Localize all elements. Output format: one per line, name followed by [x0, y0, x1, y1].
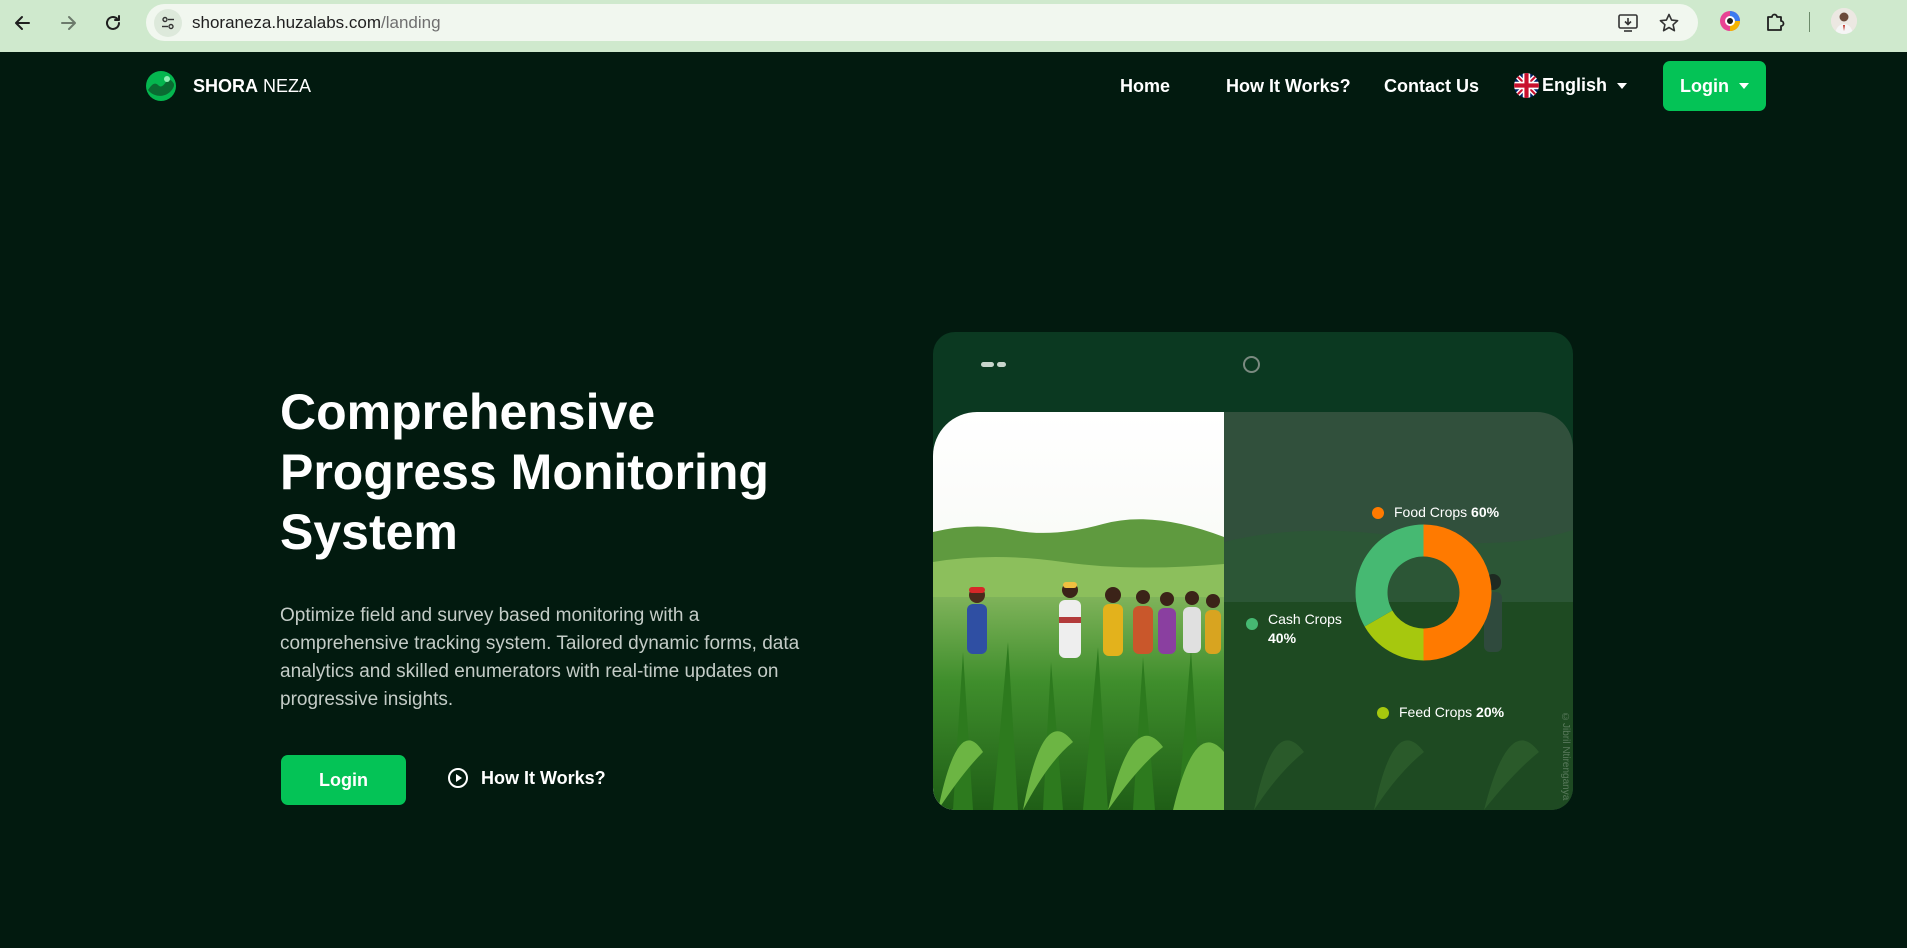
crop-donut-chart: [1355, 524, 1492, 661]
uk-flag-icon: [1514, 73, 1539, 98]
legend-cash-value: 40%: [1268, 630, 1297, 646]
nav-how-it-works[interactable]: How It Works?: [1226, 76, 1351, 97]
forward-icon[interactable]: [55, 10, 81, 36]
url-host: shoraneza.huzalabs.com: [192, 13, 382, 32]
donut-slice-food-crops: [1423, 524, 1492, 661]
hero-login-button[interactable]: Login: [281, 755, 406, 805]
legend-food-label: Food Crops: [1394, 504, 1468, 520]
device-screen: Food Crops 60% Cash Crops 40% Feed Crops …: [933, 412, 1573, 810]
brand-name-bold: SHORA: [193, 75, 259, 96]
nav-home[interactable]: Home: [1120, 76, 1170, 97]
legend-feed-label: Feed Crops: [1399, 704, 1473, 720]
legend-dot-food: [1372, 507, 1384, 519]
url-path: /landing: [381, 13, 441, 32]
address-bar[interactable]: shoraneza.huzalabs.com/landing: [146, 4, 1698, 41]
legend-cash-label: Cash Crops: [1268, 611, 1342, 627]
brand[interactable]: SHORA NEZA: [145, 70, 311, 102]
play-circle-icon: [448, 768, 468, 788]
chevron-down-icon: [1738, 83, 1749, 89]
star-icon[interactable]: [1658, 12, 1680, 34]
hero-title: Comprehensive Progress Monitoring System: [280, 384, 769, 560]
brand-name: SHORA NEZA: [193, 76, 311, 97]
hero-how-it-works-link[interactable]: How It Works?: [447, 767, 606, 789]
color-picker-icon[interactable]: [1718, 9, 1742, 33]
brand-logo-icon: [146, 71, 176, 101]
legend-dot-cash: [1246, 618, 1258, 630]
puzzle-icon[interactable]: [1764, 9, 1788, 33]
nav-contact-us[interactable]: Contact Us: [1384, 76, 1479, 97]
device-camera: [1243, 356, 1260, 373]
language-selector[interactable]: English: [1514, 73, 1628, 98]
back-icon[interactable]: [10, 10, 36, 36]
legend-food-value: 60%: [1471, 504, 1500, 520]
device-indicator: [981, 362, 1006, 367]
browser-toolbar: shoraneza.huzalabs.com/landing: [0, 0, 1907, 52]
legend-feed-value: 20%: [1476, 704, 1505, 720]
nav-login-label: Login: [1680, 75, 1729, 96]
legend-food-crops: Food Crops 60%: [1372, 504, 1499, 520]
install-icon[interactable]: [1617, 12, 1639, 34]
device-mockup: Food Crops 60% Cash Crops 40% Feed Crops …: [933, 332, 1573, 810]
reload-icon[interactable]: [100, 10, 126, 36]
tune-icon[interactable]: [154, 9, 182, 37]
donut-slice-cash-crops: [1355, 524, 1424, 627]
legend-cash-crops: Cash Crops 40%: [1246, 610, 1342, 648]
toolbar-divider: [1809, 12, 1810, 32]
url-text[interactable]: shoraneza.huzalabs.com/landing: [192, 13, 441, 33]
photo-watermark: ©Jibril Ntirenganya: [1560, 712, 1571, 801]
legend-feed-crops: Feed Crops 20%: [1377, 704, 1504, 720]
hero-how-label: How It Works?: [481, 767, 606, 788]
avatar[interactable]: [1831, 8, 1857, 34]
chart-panel: Food Crops 60% Cash Crops 40% Feed Crops …: [1224, 412, 1573, 810]
nav-login-button[interactable]: Login: [1663, 61, 1766, 111]
farmers-photo: [933, 412, 1224, 810]
brand-name-light: NEZA: [258, 75, 312, 96]
hero-description: Optimize field and survey based monitori…: [280, 605, 800, 710]
chevron-down-icon: [1617, 82, 1628, 89]
language-label: English: [1542, 75, 1608, 95]
legend-dot-feed: [1377, 707, 1389, 719]
